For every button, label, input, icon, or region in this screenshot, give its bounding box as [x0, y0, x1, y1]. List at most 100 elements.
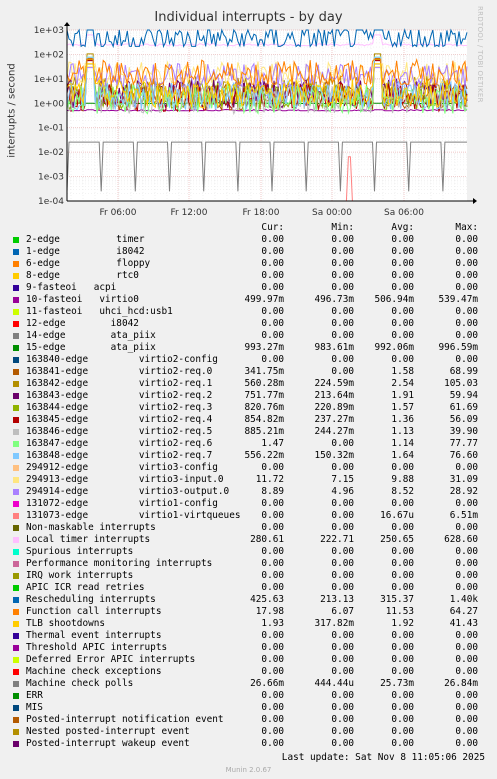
legend-swatch	[13, 333, 19, 339]
legend-min-value: 0.00	[331, 546, 354, 557]
legend-cur-value: 0.00	[261, 306, 284, 317]
legend-swatch	[13, 705, 19, 711]
legend-cur-value: 885.21m	[244, 426, 284, 437]
legend-swatch	[13, 489, 19, 495]
legend-avg-value: 0.00	[391, 330, 414, 341]
legend-avg-value: 0.00	[391, 582, 414, 593]
legend-row: ERR 0.00 0.00 0.00 0.00	[12, 690, 490, 702]
legend-series-name: 163842-edge virtio2-req.1	[26, 378, 213, 389]
y-tick-label: 1e-01	[38, 124, 64, 134]
legend-avg-value: 250.65	[380, 534, 414, 545]
legend-max-value: 0.00	[455, 738, 478, 749]
legend-cur-value: 0.00	[261, 714, 284, 725]
y-tick-label: 1e+01	[34, 75, 64, 85]
legend-max-value: 0.00	[455, 642, 478, 653]
legend-avg-value: 1.36	[391, 414, 414, 425]
legend-avg-value: 0.00	[391, 522, 414, 533]
legend-row: Local timer interrupts 280.61 222.71 250.65…	[12, 534, 490, 546]
legend-min-value: 213.64m	[314, 390, 354, 401]
legend-max-value: 0.00	[455, 714, 478, 725]
legend-cur-value: 11.72	[255, 474, 284, 485]
legend-swatch	[13, 297, 19, 303]
legend-series-name: Performance monitoring interrupts	[26, 558, 213, 569]
legend-max-value: 56.09	[449, 414, 478, 425]
legend-min-value: 0.00	[331, 654, 354, 665]
legend-avg-value: 0.00	[391, 702, 414, 713]
legend-series-name: APIC ICR read retries	[26, 582, 145, 593]
legend-rows: 2-edge timer 0.00 0.00 0.00 0.00 1-edge i8042…	[12, 234, 490, 750]
legend-cur-value: 0.00	[261, 234, 284, 245]
legend-swatch	[13, 357, 19, 363]
legend-cur-value: 0.00	[261, 726, 284, 737]
header-avg: Avg:	[391, 222, 414, 233]
legend-row: APIC ICR read retries 0.00 0.00 0.00 0.00	[12, 582, 490, 594]
legend-cur-value: 1.93	[261, 618, 284, 629]
legend-header: Cur: Min: Avg: Max:	[12, 222, 490, 234]
legend-avg-value: 0.00	[391, 666, 414, 677]
legend-swatch	[13, 537, 19, 543]
legend-series-name: 163844-edge virtio2-req.3	[26, 402, 213, 413]
legend-avg-value: 0.00	[391, 258, 414, 269]
legend-cur-value: 280.61	[250, 534, 284, 545]
legend-max-value: 0.00	[455, 690, 478, 701]
legend-swatch	[13, 417, 19, 423]
legend-swatch	[13, 309, 19, 315]
legend-avg-value: 0.00	[391, 462, 414, 473]
legend-cur-value: 0.00	[261, 570, 284, 581]
legend-min-value: 150.32m	[314, 450, 354, 461]
legend-swatch	[13, 285, 19, 291]
legend-cur-value: 0.00	[261, 318, 284, 329]
header-cur: Cur:	[261, 222, 284, 233]
legend-series-name: 163846-edge virtio2-req.5	[26, 426, 213, 437]
x-tick-label: Sa 00:00	[312, 208, 352, 218]
legend-cur-value: 0.00	[261, 738, 284, 749]
legend-series-name: 9-fasteoi acpi	[26, 282, 117, 293]
legend-series-name: Thermal event interrupts	[26, 630, 162, 641]
legend-row: 294913-edge virtio3-input.0 11.72 7.15 9.88…	[12, 474, 490, 486]
legend-max-value: 0.00	[455, 726, 478, 737]
legend-series-name: 294914-edge virtio3-output.0	[26, 486, 230, 497]
legend-row: 10-fasteoi virtio0 499.97m 496.73m 506.94m 5…	[12, 294, 490, 306]
x-tick-label: Fr 06:00	[99, 208, 136, 218]
legend-max-value: 0.00	[455, 270, 478, 281]
legend-swatch	[13, 669, 19, 675]
legend-max-value: 0.00	[455, 522, 478, 533]
legend-avg-value: 0.00	[391, 282, 414, 293]
legend-cur-value: 556.22m	[244, 450, 284, 461]
legend-row: IRQ work interrupts 0.00 0.00 0.00 0.00	[12, 570, 490, 582]
legend-series-name: Deferred Error APIC interrupts	[26, 654, 196, 665]
legend-series-name: Machine check exceptions	[26, 666, 162, 677]
legend-row: Deferred Error APIC interrupts 0.00 0.00 0.…	[12, 654, 490, 666]
legend-min-value: 224.59m	[314, 378, 354, 389]
legend-cur-value: 0.00	[261, 258, 284, 269]
legend-min-value: 0.00	[331, 510, 354, 521]
legend-swatch	[13, 249, 19, 255]
legend-series-name: 6-edge floppy	[26, 258, 151, 269]
legend-avg-value: 1.91	[391, 390, 414, 401]
legend-series-name: Function call interrupts	[26, 606, 162, 617]
legend-row: 6-edge floppy 0.00 0.00 0.00 0.00	[12, 258, 490, 270]
legend-cur-value: 0.00	[261, 510, 284, 521]
legend-series-name: 163847-edge virtio2-req.6	[26, 438, 213, 449]
legend-max-value: 6.51m	[449, 510, 478, 521]
legend-max-value: 68.99	[449, 366, 478, 377]
legend-series-name: 163841-edge virtio2-req.0	[26, 366, 213, 377]
legend-swatch	[13, 441, 19, 447]
y-tick-label: 1e+03	[34, 26, 64, 36]
legend-series-name: Spurious interrupts	[26, 546, 134, 557]
legend-avg-value: 0.00	[391, 726, 414, 737]
legend-avg-value: 8.52	[391, 486, 414, 497]
legend-cur-value: 26.66m	[250, 678, 284, 689]
legend-max-value: 0.00	[455, 306, 478, 317]
legend-row: Spurious interrupts 0.00 0.00 0.00 0.00	[12, 546, 490, 558]
legend-series-name: ERR	[26, 690, 43, 701]
legend-max-value: 64.27	[449, 606, 478, 617]
legend-swatch	[13, 681, 19, 687]
legend-row: TLB shootdowns 1.93 317.82m 1.92 41.43	[12, 618, 490, 630]
legend-avg-value: 1.13	[391, 426, 414, 437]
legend-row: 131073-edge virtio1-virtqueues 0.00 0.00 16…	[12, 510, 490, 522]
legend-series-name: Nested posted-interrupt event	[26, 726, 190, 737]
legend-min-value: 213.13	[320, 594, 354, 605]
legend-min-value: 444.44u	[314, 678, 354, 689]
legend-min-value: 4.96	[331, 486, 354, 497]
